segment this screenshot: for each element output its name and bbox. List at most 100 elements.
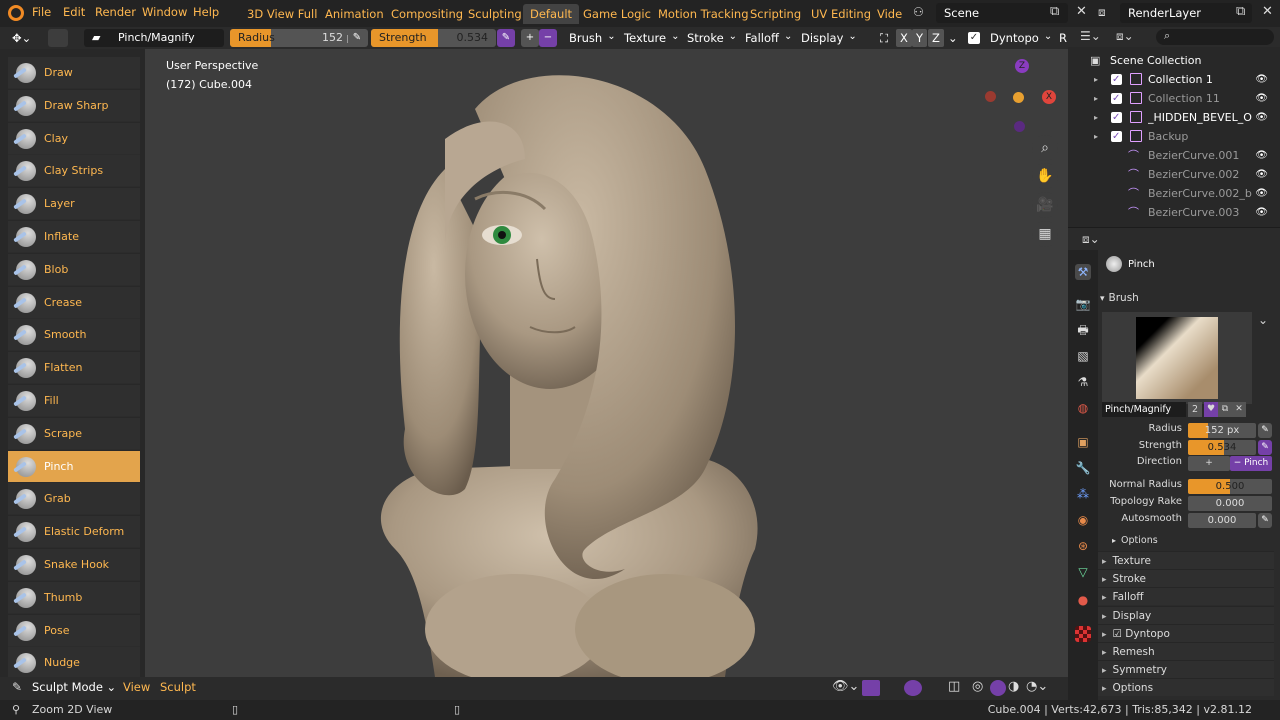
tool-scrape[interactable]: Scrape [8, 417, 140, 450]
particles-tab-icon[interactable]: ⁂ [1075, 486, 1091, 502]
tool-flatten[interactable]: Flatten [8, 352, 140, 385]
pan-hand-icon[interactable]: ✋ [1032, 163, 1058, 189]
brush-users-count[interactable]: 2 [1188, 402, 1202, 417]
tool-grab[interactable]: Grab [8, 483, 140, 516]
menu-render[interactable]: Render [95, 5, 136, 19]
panel-display[interactable]: Display [1098, 605, 1274, 624]
new-scene-icon[interactable]: ⧉ [1050, 4, 1059, 19]
blender-logo-icon[interactable] [8, 5, 24, 21]
view-layer-tab-icon[interactable]: ▧ [1075, 348, 1091, 364]
expand-arrow-icon[interactable]: ▸ [1094, 70, 1098, 89]
scene-icon[interactable]: ⚇ [913, 5, 924, 19]
gizmo-neg-z-axis[interactable] [1014, 121, 1025, 132]
render-layer-icon[interactable]: ⧈ [1098, 5, 1106, 20]
solid-shading-icon[interactable] [990, 680, 1006, 696]
tool-crease[interactable]: Crease [8, 286, 140, 319]
panel-dyntopo[interactable]: ☑ Dyntopo [1098, 623, 1274, 642]
stroke-menu[interactable]: Stroke [683, 29, 741, 47]
visibility-eye-icon[interactable]: 👁 [1255, 203, 1268, 222]
collection-checkbox[interactable] [1111, 108, 1122, 127]
outliner-row[interactable]: ⌒ BezierCurve.002_beve👁 [1068, 184, 1280, 203]
strength-pressure-icon[interactable]: ✎ [497, 29, 515, 47]
tool-blob[interactable]: Blob [8, 253, 140, 286]
menu-file[interactable]: File [32, 5, 51, 19]
tool-snake-hook[interactable]: Snake Hook [8, 549, 140, 581]
menu-window[interactable]: Window [142, 5, 187, 19]
outliner-row[interactable]: ⌒ BezierCurve.002 👁 [1068, 165, 1280, 184]
visibility-eye-icon[interactable]: 👁 [1255, 70, 1268, 89]
brush-preview-dropdown-icon[interactable]: ⌄ [1258, 313, 1268, 327]
prop-radius-pressure-icon[interactable]: ✎ [1258, 423, 1272, 438]
visibility-eye-icon[interactable]: 👁 [1255, 89, 1268, 108]
unlink-brush-icon[interactable]: ✕ [1232, 402, 1246, 417]
tab-animation[interactable]: Animation [318, 4, 391, 24]
autosmooth-pressure-icon[interactable]: ✎ [1258, 513, 1272, 528]
tool-clay[interactable]: Clay [8, 122, 140, 155]
xray-icon[interactable]: ◫ [948, 679, 960, 694]
data-tab-icon[interactable]: ▽ [1075, 564, 1091, 580]
normal-radius-field[interactable]: 0.500 [1188, 479, 1272, 494]
collection-checkbox[interactable] [1111, 89, 1122, 108]
outliner-row[interactable]: ▸ Collection 11 👁 [1068, 89, 1280, 108]
symmetry-dropdown-icon[interactable]: ⌄ [944, 29, 962, 47]
wireframe-shading-icon[interactable]: ◎ [972, 679, 983, 694]
material-shading-icon[interactable]: ◑ [1008, 679, 1019, 694]
topology-rake-field[interactable]: 0.000 [1188, 496, 1272, 511]
rendered-shading-icon[interactable]: ◔⌄ [1026, 679, 1048, 694]
menu-edit[interactable]: Edit [63, 5, 85, 19]
outliner-row[interactable]: ⌒ BezierCurve.001 👁 [1068, 146, 1280, 165]
transform-pivot-icon[interactable]: ✥⌄ [8, 29, 35, 47]
tool-draw-sharp[interactable]: Draw Sharp [8, 89, 140, 122]
world-tab-icon[interactable]: ◍ [1075, 400, 1091, 416]
zoom-icon[interactable]: ⌕ [1032, 135, 1058, 161]
prop-strength-field[interactable]: 0.534 [1188, 440, 1256, 455]
tool-clay-strips[interactable]: Clay Strips [8, 155, 140, 188]
object-tab-icon[interactable]: ▣ [1075, 434, 1091, 450]
scene-field[interactable]: Scene [936, 3, 1068, 23]
sculpt-menu[interactable]: Sculpt [160, 680, 196, 694]
texture-tab-icon[interactable] [1075, 626, 1091, 642]
panel-remesh[interactable]: Remesh [1098, 642, 1274, 660]
outliner-search-input[interactable]: ⌕ [1156, 29, 1274, 45]
constraints-tab-icon[interactable]: ⊛ [1075, 538, 1091, 554]
render-tab-icon[interactable]: 📷 [1075, 296, 1091, 312]
display-menu[interactable]: Display [797, 29, 861, 47]
tool-thumb[interactable]: Thumb [8, 581, 140, 614]
properties-editor-type-icon[interactable]: ⧈⌄ [1082, 232, 1100, 247]
panel-stroke[interactable]: Stroke [1098, 569, 1274, 588]
tool-smooth[interactable]: Smooth [8, 319, 140, 352]
outliner-editor-type-icon[interactable]: ☰⌄ [1080, 29, 1101, 43]
tab-game-logic[interactable]: Game Logic [576, 4, 658, 24]
expand-arrow-icon[interactable]: ▸ [1094, 108, 1098, 127]
tab-video[interactable]: Video [870, 4, 902, 24]
dyntopo-panel-checkbox[interactable]: ☑ [1113, 628, 1126, 640]
visibility-icon[interactable]: 👁⌄ [832, 679, 859, 694]
tool-draw[interactable]: Draw [8, 57, 140, 89]
tool-elastic-deform[interactable]: Elastic Deform [8, 516, 140, 549]
menu-help[interactable]: Help [193, 5, 219, 19]
scene-collection-row[interactable]: ▣ Scene Collection [1068, 51, 1280, 70]
visibility-eye-icon[interactable]: 👁 [1255, 146, 1268, 165]
outliner-row[interactable]: ⌒ BezierCurve.003 👁 [1068, 203, 1280, 222]
gizmo-y-axis[interactable] [1013, 92, 1024, 103]
fake-user-icon[interactable]: ♥ [1204, 402, 1218, 417]
prop-strength-pressure-icon[interactable]: ✎ [1258, 440, 1272, 455]
gizmo-toggle-icon[interactable] [862, 680, 880, 696]
tab-sculpting[interactable]: Sculpting [461, 4, 529, 24]
gizmo-neg-x-axis[interactable] [985, 91, 996, 102]
display-mode-icon[interactable]: ⧈⌄ [1116, 29, 1134, 44]
view-menu[interactable]: View [123, 680, 150, 694]
tab-motion-tracking[interactable]: Motion Tracking [651, 4, 756, 24]
tool-fill[interactable]: Fill [8, 385, 140, 417]
overlay-toggle-icon[interactable] [904, 680, 922, 696]
direction-pinch-button[interactable]: − Pinch [1230, 456, 1272, 471]
expand-arrow-icon[interactable]: ▸ [1094, 127, 1098, 146]
brush-datablock-field[interactable]: Pinch/Magnify [1102, 402, 1186, 417]
tab-compositing[interactable]: Compositing [384, 4, 470, 24]
expand-arrow-icon[interactable]: ▸ [1094, 89, 1098, 108]
symmetry-y-button[interactable]: Y [912, 29, 928, 47]
panel-symmetry[interactable]: Symmetry [1098, 660, 1274, 679]
new-layer-icon[interactable]: ⧉ [1236, 4, 1245, 19]
options-subpanel[interactable]: ▸ Options [1112, 533, 1158, 549]
material-tab-icon[interactable]: ● [1075, 592, 1091, 608]
